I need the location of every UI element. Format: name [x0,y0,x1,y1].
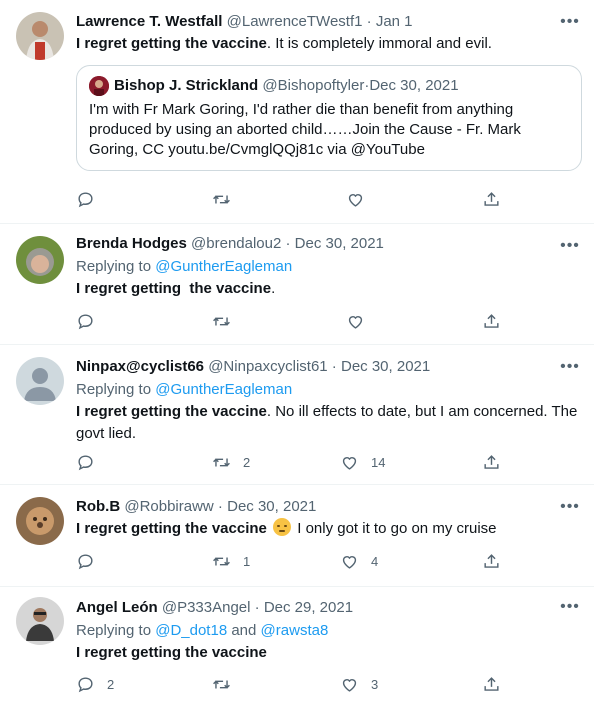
quoted-tweet[interactable]: Bishop J. Strickland @Bishopoftyler · De… [76,65,582,171]
share-icon [482,675,501,694]
reply-button[interactable] [76,453,107,472]
retweet-button[interactable] [212,190,243,209]
like-button[interactable] [346,190,377,209]
tweet-actions: 2 14 [76,453,506,475]
quote-date: Dec 30, 2021 [369,77,459,94]
mention-link[interactable]: @GuntherEagleman [155,381,292,398]
share-icon [482,552,501,571]
like-button[interactable]: 3 [340,675,378,694]
share-button[interactable] [482,312,501,331]
tweet[interactable]: ••• Angel León @P333Angel · Dec 29, 2021… [0,587,594,703]
author-handle[interactable]: @Robbiraww [124,498,213,515]
avatar[interactable] [16,357,64,405]
author-handle[interactable]: @Ninpaxcyclist61 [208,358,327,375]
tweet-date[interactable]: Dec 30, 2021 [295,235,384,252]
author-name[interactable]: Ninpax@cyclist66 [76,358,204,375]
reply-button[interactable]: 2 [76,675,114,694]
tweet[interactable]: ••• Rob.B @Robbiraww · Dec 30, 2021 I re… [0,485,594,587]
reply-button[interactable] [76,552,107,571]
reply-button[interactable] [76,312,107,331]
tweet-text: I regret getting the vaccine. It is comp… [76,35,492,52]
mention-link[interactable]: @D_dot18 [155,622,227,639]
retweet-icon [212,453,231,472]
avatar[interactable] [16,12,64,60]
author-name[interactable]: Lawrence T. Westfall [76,13,222,30]
retweet-button[interactable]: 1 [212,552,250,571]
like-button[interactable] [346,312,377,331]
tweet-date[interactable]: Dec 29, 2021 [264,599,353,616]
retweet-button[interactable] [212,675,243,694]
mention-link[interactable]: @GuntherEagleman [155,258,292,275]
heart-icon [340,675,359,694]
share-icon [482,312,501,331]
retweet-button[interactable] [212,312,243,331]
retweet-icon [212,190,231,209]
share-icon [482,190,501,209]
tweet-actions [76,190,506,212]
retweet-icon [212,312,231,331]
quote-author-handle: @Bishopoftyler [262,77,365,94]
heart-icon [346,190,365,209]
like-button[interactable]: 14 [340,453,385,472]
tweet-text: I regret getting the vaccine I only got … [76,518,497,537]
avatar[interactable] [16,597,64,645]
reply-icon [76,552,95,571]
like-count: 4 [371,554,379,569]
avatar[interactable] [16,236,64,284]
like-button[interactable]: 4 [340,552,378,571]
tweet-text: I regret getting the vaccine [76,644,267,661]
retweet-button[interactable]: 2 [212,453,250,472]
tweet-feed: ••• Lawrence T. Westfall @LawrenceTWestf… [0,0,594,703]
share-button[interactable] [482,190,501,209]
author-handle[interactable]: @LawrenceTWestf1 [227,13,363,30]
reply-icon [76,675,95,694]
author-name[interactable]: Angel León [76,599,158,616]
replying-to: Replying to @GuntherEagleman [76,258,293,275]
share-button[interactable] [482,453,501,472]
tweet-text: I regret getting the vaccine. No ill eff… [76,403,578,442]
tweet-date[interactable]: Dec 30, 2021 [341,358,430,375]
reply-icon [76,453,95,472]
tweet-date[interactable]: Jan 1 [376,13,413,30]
tweet[interactable]: ••• Lawrence T. Westfall @LawrenceTWestf… [0,0,594,224]
avatar[interactable] [16,497,64,545]
retweet-count: 1 [243,554,251,569]
heart-icon [340,453,359,472]
tweet-actions: 1 4 [76,552,506,574]
quote-text: I'm with Fr Mark Goring, I'd rather die … [89,101,521,158]
tweet[interactable]: ••• Brenda Hodges @brendalou2 · Dec 30, … [0,224,594,345]
tweet-text: I regret getting the vaccine. [76,280,276,297]
like-count: 14 [371,455,386,470]
reply-icon [76,190,95,209]
share-button[interactable] [482,552,501,571]
reply-button[interactable] [76,190,107,209]
replying-to: Replying to @D_dot18 and @rawsta8 [76,622,329,639]
mention-link[interactable]: @rawsta8 [261,622,329,639]
author-name[interactable]: Brenda Hodges [76,235,187,252]
replying-to: Replying to @GuntherEagleman [76,381,293,398]
quote-avatar [89,76,109,96]
heart-icon [346,312,365,331]
tweet-date[interactable]: Dec 30, 2021 [227,498,316,515]
retweet-icon [212,552,231,571]
heart-icon [340,552,359,571]
reply-count: 2 [107,677,115,692]
author-name[interactable]: Rob.B [76,498,120,515]
retweet-count: 2 [243,455,251,470]
share-icon [482,453,501,472]
unamused-face-emoji [273,518,292,536]
tweet-actions: 2 3 [76,675,506,697]
reply-icon [76,312,95,331]
quote-author-name: Bishop J. Strickland [114,77,259,94]
tweet-actions [76,312,506,334]
tweet[interactable]: ••• Ninpax@cyclist66 @Ninpaxcyclist61 · … [0,345,594,485]
retweet-icon [212,675,231,694]
author-handle[interactable]: @brendalou2 [191,235,281,252]
share-button[interactable] [482,675,501,694]
author-handle[interactable]: @P333Angel [162,599,251,616]
like-count: 3 [371,677,379,692]
